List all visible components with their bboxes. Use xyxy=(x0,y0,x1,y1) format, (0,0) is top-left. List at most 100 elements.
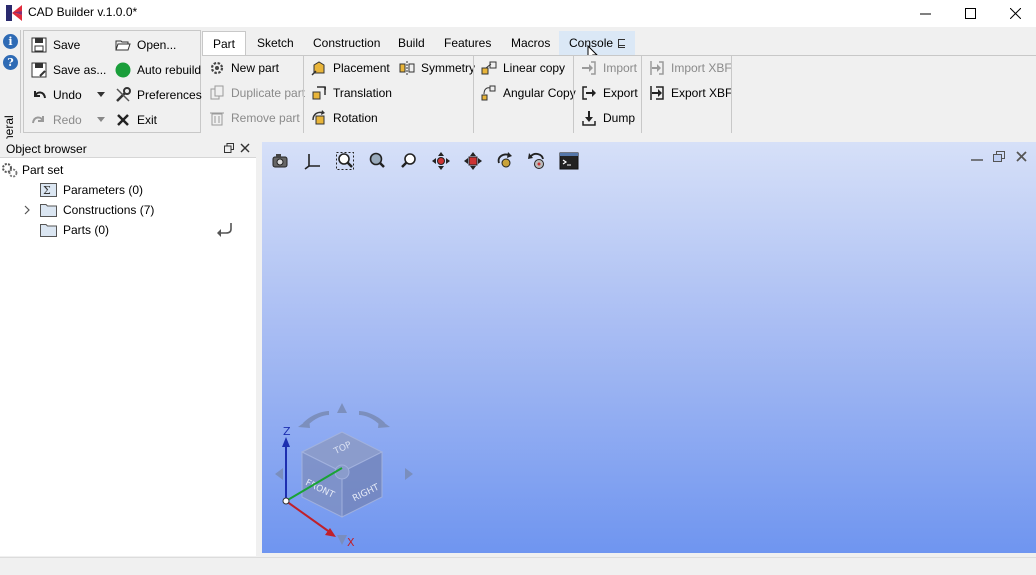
ribbon-separator xyxy=(641,56,642,133)
import-xbf-button[interactable]: Import XBF xyxy=(648,57,732,79)
auto-rebuild-label: Auto rebuild xyxy=(137,63,202,77)
maximize-button[interactable] xyxy=(947,0,993,27)
tree-item-parts[interactable]: Parts (0) xyxy=(40,220,109,240)
viewport-restore-button[interactable] xyxy=(990,148,1008,164)
undo-button[interactable]: Undo xyxy=(30,84,82,106)
viewport-tool-zoom-box[interactable] xyxy=(334,150,356,172)
tree-item-label: Part set xyxy=(22,163,64,177)
new-part-button[interactable]: New part xyxy=(208,57,279,79)
minimize-button[interactable] xyxy=(902,0,948,27)
import-button[interactable]: Import xyxy=(580,57,637,79)
reset-view-icon xyxy=(528,152,544,169)
duplicate-icon xyxy=(208,84,226,102)
viewport-tool-zoom[interactable] xyxy=(398,150,420,172)
open-folder-icon xyxy=(114,36,132,54)
remove-part-button[interactable]: Remove part xyxy=(208,107,300,129)
viewport-tool-axes[interactable] xyxy=(302,150,324,172)
minimize-icon xyxy=(971,159,983,161)
save-label: Save xyxy=(53,38,81,52)
general-panel: Save Open... Save as... Auto rebuild Und… xyxy=(23,30,202,133)
help-icon[interactable]: ? xyxy=(3,55,18,70)
minimize-icon xyxy=(919,13,931,15)
3d-viewport[interactable]: TOP FRONT RIGHT Z X xyxy=(262,142,1036,553)
export-xbf-button[interactable]: Export XBF xyxy=(648,82,732,104)
close-button[interactable] xyxy=(992,0,1036,27)
export-xbf-icon xyxy=(648,84,666,102)
export-xbf-label: Export XBF xyxy=(671,86,733,100)
console-window-icon xyxy=(618,38,625,48)
zoom-icon xyxy=(401,153,416,168)
float-panel-icon[interactable] xyxy=(224,143,234,153)
viewport-tool-reset-view[interactable] xyxy=(526,150,548,172)
translation-button[interactable]: Translation xyxy=(310,82,392,104)
save-icon xyxy=(30,36,48,54)
viewport-tool-global-pan[interactable] xyxy=(462,150,484,172)
tab-features[interactable]: Features xyxy=(434,31,501,55)
viewport-tool-fit-all[interactable] xyxy=(366,150,388,172)
tree-item-parameters[interactable]: Σ Parameters (0) xyxy=(40,180,143,200)
angular-copy-button[interactable]: Angular Copy xyxy=(480,82,576,104)
import-label: Import xyxy=(603,61,638,75)
tab-sketch[interactable]: Sketch xyxy=(247,31,304,55)
tree-item-constructions[interactable]: Constructions (7) xyxy=(40,200,154,220)
linear-copy-button[interactable]: Linear copy xyxy=(480,57,565,79)
return-arrow-icon[interactable] xyxy=(216,221,234,237)
svg-text:Σ: Σ xyxy=(43,184,51,197)
title-bar: CAD Builder v.1.0.0* xyxy=(0,0,1036,27)
undo-dropdown-icon[interactable] xyxy=(97,92,105,97)
rotation-button[interactable]: Rotation xyxy=(310,107,378,129)
placement-button[interactable]: Placement xyxy=(310,57,390,79)
info-icon[interactable]: i xyxy=(3,34,18,49)
redo-icon xyxy=(30,111,48,129)
export-icon xyxy=(580,84,598,102)
remove-part-label: Remove part xyxy=(231,111,300,125)
viewport-tool-rotate[interactable] xyxy=(494,150,516,172)
tab-build[interactable]: Build xyxy=(388,31,435,55)
redo-button[interactable]: Redo xyxy=(30,109,82,131)
tab-construction[interactable]: Construction xyxy=(303,31,390,55)
app-logo-icon xyxy=(6,5,22,21)
trash-icon xyxy=(208,109,226,127)
camera-icon xyxy=(272,154,288,168)
ribbon-separator xyxy=(473,56,474,133)
tree-item-part-set[interactable]: Part set xyxy=(1,160,63,180)
save-as-button[interactable]: Save as... xyxy=(30,59,106,81)
viewport-minimize-button[interactable] xyxy=(968,148,986,164)
undo-label: Undo xyxy=(53,88,82,102)
close-panel-icon[interactable] xyxy=(240,143,250,153)
redo-dropdown-icon[interactable] xyxy=(97,117,105,122)
chevron-right-icon[interactable] xyxy=(23,205,31,215)
viewport-tool-console[interactable] xyxy=(558,150,580,172)
import-icon xyxy=(580,59,598,77)
export-button[interactable]: Export xyxy=(580,82,638,104)
auto-rebuild-toggle[interactable]: Auto rebuild xyxy=(114,59,201,81)
placement-label: Placement xyxy=(333,61,390,75)
axes-icon xyxy=(304,154,320,170)
symmetry-button[interactable]: Symmetry xyxy=(398,57,475,79)
ribbon-tab-bar: Part Sketch Construction Build Features … xyxy=(202,31,1036,63)
tab-part[interactable]: Part xyxy=(202,31,247,56)
object-browser-header: Object browser xyxy=(0,139,256,158)
save-as-icon xyxy=(30,61,48,79)
dump-label: Dump xyxy=(603,111,636,125)
general-side-tab[interactable]: i ? General xyxy=(0,30,21,158)
exit-button[interactable]: Exit xyxy=(114,109,157,131)
symmetry-label: Symmetry xyxy=(421,61,475,75)
ribbon-separator xyxy=(573,56,574,133)
axis-z-label: Z xyxy=(283,425,291,438)
import-xbf-icon xyxy=(648,59,666,77)
ribbon-part-panel: New part Duplicate part Remove part Plac… xyxy=(202,55,1036,133)
viewport-tool-pan[interactable] xyxy=(430,150,452,172)
duplicate-part-button[interactable]: Duplicate part xyxy=(208,82,305,104)
dump-button[interactable]: Dump xyxy=(580,107,635,129)
viewport-close-button[interactable] xyxy=(1012,148,1030,164)
parameters-icon: Σ xyxy=(40,183,57,197)
tree-item-label: Parts (0) xyxy=(63,223,110,237)
maximize-icon xyxy=(964,8,976,19)
save-button[interactable]: Save xyxy=(30,34,80,56)
preferences-button[interactable]: Preferences xyxy=(114,84,202,106)
viewport-tool-camera[interactable] xyxy=(270,150,292,172)
open-button[interactable]: Open... xyxy=(114,34,176,56)
view-cube[interactable]: TOP FRONT RIGHT Z X xyxy=(267,397,422,547)
tab-macros[interactable]: Macros xyxy=(501,31,560,55)
